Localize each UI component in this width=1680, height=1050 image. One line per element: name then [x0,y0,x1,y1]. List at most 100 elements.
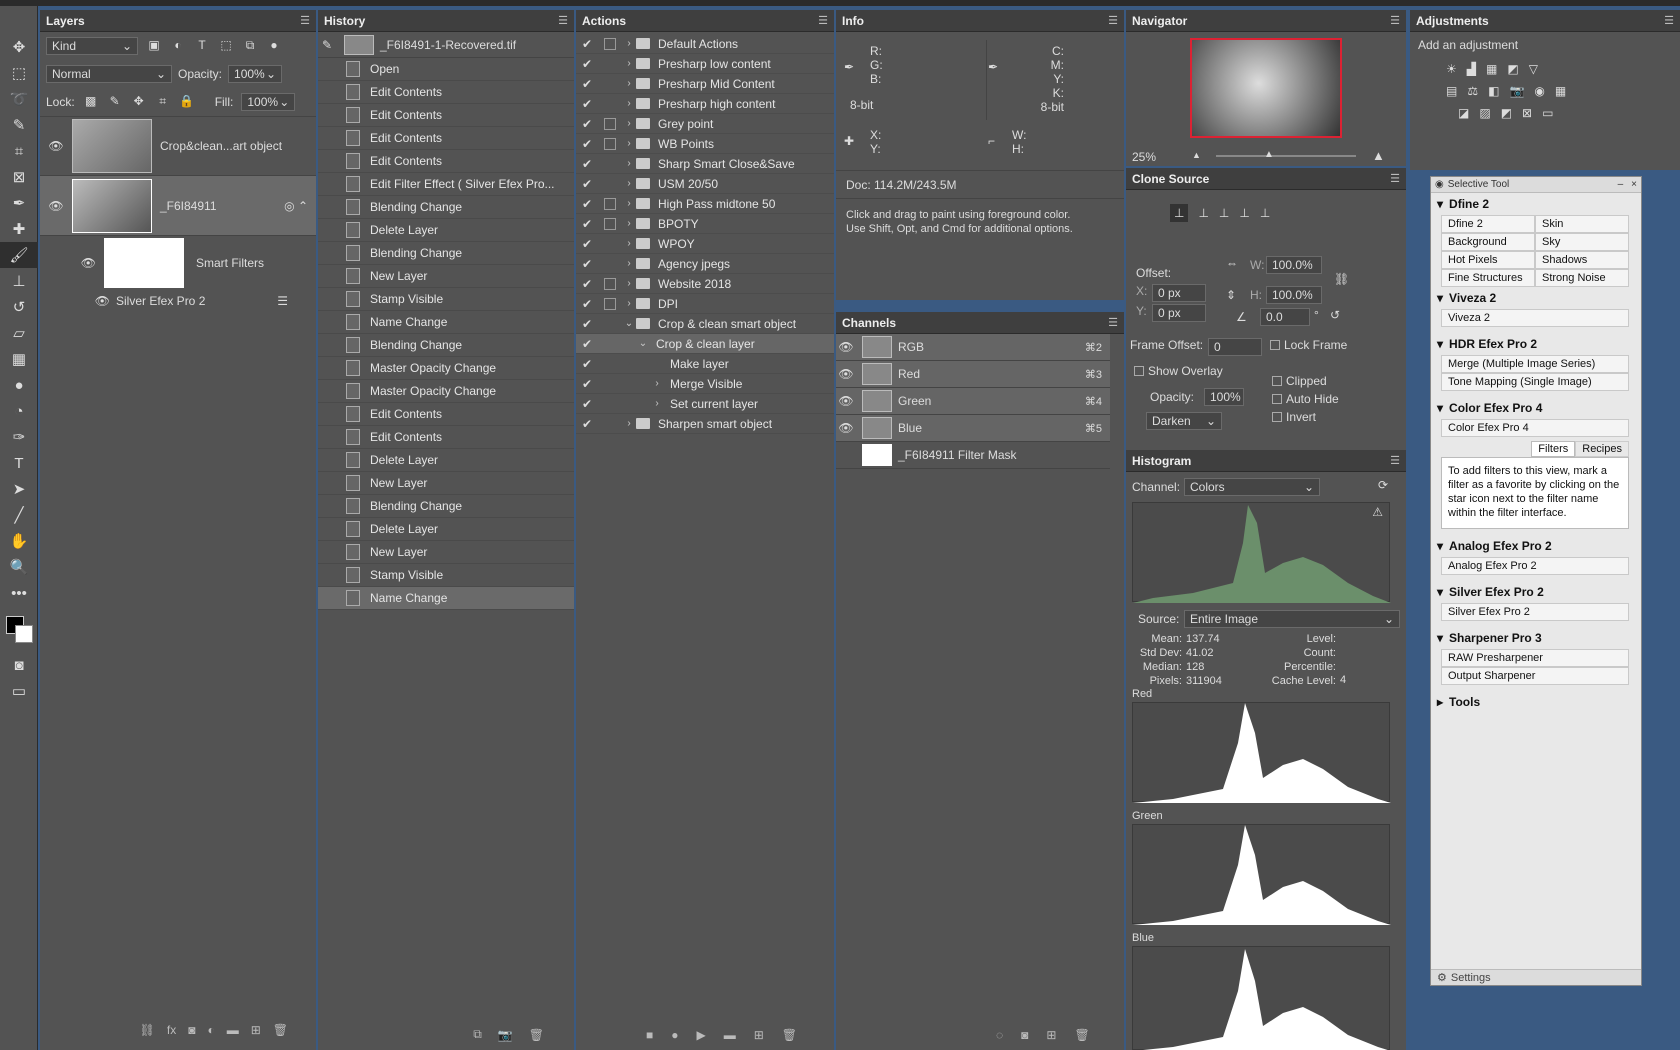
brightness-icon[interactable]: ☀ [1446,62,1457,76]
panel-menu-icon[interactable]: ☰ [1664,14,1674,27]
clone-source-4-icon[interactable]: ⊥ [1239,206,1249,220]
dfine-option-button[interactable]: Skin [1535,215,1629,233]
save-selection-icon[interactable]: ◙ [1021,1028,1028,1042]
more-tools-icon[interactable]: ••• [0,580,38,606]
link-icon[interactable]: ⛓ [1334,272,1349,286]
auto-hide-checkbox[interactable] [1272,394,1282,404]
chevron-right-icon[interactable]: › [622,158,636,169]
selective-color-icon[interactable]: ⊠ [1522,106,1532,120]
eraser-tool-icon[interactable]: ▱ [0,320,38,346]
filter-toggle-icon[interactable]: ● [266,38,282,54]
width-input[interactable]: 100.0% [1266,256,1322,274]
history-item[interactable]: Edit Contents [318,104,574,127]
action-enabled-check[interactable]: ✔ [576,317,598,331]
dfine-option-button[interactable]: Sky [1535,233,1629,251]
history-item[interactable]: Delete Layer [318,449,574,472]
dialog-toggle[interactable] [604,378,616,390]
dfine-option-button[interactable]: Background [1441,233,1535,251]
filter-options-icon[interactable]: ☰ [277,294,288,308]
overlay-mode-select[interactable]: Darken ⌄ [1146,412,1222,430]
raw-presharpener-button[interactable]: RAW Presharpener [1441,649,1629,667]
healing-tool-icon[interactable]: ✚ [0,216,38,242]
new-layer-icon[interactable]: ⊞ [251,1023,261,1037]
action-enabled-check[interactable]: ✔ [576,237,598,251]
chevron-right-icon[interactable]: › [622,418,636,429]
history-item[interactable]: Edit Contents [318,81,574,104]
chevron-right-icon[interactable]: › [622,278,636,289]
color-balance-icon[interactable]: ⚖ [1467,84,1478,98]
shape-filter-icon[interactable]: ⬚ [218,38,234,54]
chevron-right-icon[interactable]: › [622,58,636,69]
delete-action-icon[interactable]: 🗑 [782,1028,797,1042]
offset-y-input[interactable]: 0 px [1152,304,1206,322]
history-item[interactable]: Master Opacity Change [318,357,574,380]
filter-name[interactable]: Silver Efex Pro 2 [116,294,205,308]
action-item[interactable]: ✔ › Sharp Smart Close&Save [576,154,834,174]
gradient-map-icon[interactable]: ▭ [1542,106,1553,120]
photo-filter-icon[interactable]: 📷 [1509,84,1524,98]
dialog-toggle[interactable] [604,117,616,130]
play-icon[interactable]: ▶ [697,1028,706,1042]
stamp-tool-icon[interactable]: ⊥ [0,268,38,294]
history-item[interactable]: Blending Change [318,242,574,265]
channel-select[interactable]: Colors ⌄ [1184,478,1320,496]
layer-name[interactable]: _F6I84911 [160,199,217,213]
hdr-merge-button[interactable]: Merge (Multiple Image Series) [1441,355,1629,373]
action-item[interactable]: ✔ › Set current layer [576,394,834,414]
silver-button[interactable]: Silver Efex Pro 2 [1441,603,1629,621]
eye-icon[interactable]: 👁 [836,394,856,408]
dialog-toggle[interactable] [604,158,616,170]
panel-menu-icon[interactable]: ☰ [558,14,568,27]
clone-source-5-icon[interactable]: ⊥ [1260,206,1270,220]
action-enabled-check[interactable]: ✔ [576,357,598,371]
crop-tool-icon[interactable]: ⌗ [0,138,38,164]
dfine-option-button[interactable]: Shadows [1535,251,1629,269]
color-efex-button[interactable]: Color Efex Pro 4 [1441,419,1629,437]
chevron-right-icon[interactable]: › [622,118,636,129]
channel-row[interactable]: 👁 Red ⌘3 [836,361,1110,388]
zoom-out-icon[interactable]: ▲ [1192,150,1201,160]
history-item[interactable]: New Layer [318,265,574,288]
chevron-right-icon[interactable]: › [622,98,636,109]
dialog-toggle[interactable] [604,258,616,270]
delete-channel-icon[interactable]: 🗑 [1074,1028,1089,1042]
eye-icon[interactable]: 👁 [836,367,856,381]
action-item[interactable]: ✔ › Default Actions [576,34,834,54]
clipped-checkbox[interactable] [1272,376,1282,386]
quick-mask-icon[interactable]: ◙ [0,652,38,678]
hand-tool-icon[interactable]: ✋ [0,528,38,554]
analog-button[interactable]: Analog Efex Pro 2 [1441,557,1629,575]
zoom-slider[interactable] [1216,155,1356,157]
history-item[interactable]: Stamp Visible [318,564,574,587]
history-item[interactable]: New Layer [318,472,574,495]
chevron-right-icon[interactable]: › [622,238,636,249]
chevron-right-icon[interactable]: › [622,258,636,269]
lock-artboard-icon[interactable]: ⌗ [155,94,171,110]
eye-icon[interactable]: 👁 [40,256,104,270]
settings-icon[interactable]: ⚙ [1437,971,1447,984]
lock-all-icon[interactable]: 🔒 [179,94,195,110]
history-item[interactable]: Blending Change [318,196,574,219]
chevron-right-icon[interactable]: › [622,78,636,89]
panel-menu-icon[interactable]: ☰ [1390,454,1400,467]
lasso-tool-icon[interactable]: ➰ [0,86,38,112]
action-item[interactable]: ✔ › Merge Visible [576,374,834,394]
chevron-right-icon[interactable]: › [622,138,636,149]
source-select[interactable]: Entire Image ⌄ [1184,610,1400,628]
dialog-toggle[interactable] [604,297,616,310]
panel-menu-icon[interactable]: ☰ [1108,316,1118,329]
action-item[interactable]: ✔ › Presharp high content [576,94,834,114]
fx-icon[interactable]: fx [167,1023,176,1037]
filter-kind-select[interactable]: Kind ⌄ [46,37,138,55]
dfine-option-button[interactable]: Fine Structures [1441,269,1535,287]
new-action-icon[interactable]: ⊞ [754,1028,764,1042]
dialog-toggle[interactable] [604,178,616,190]
new-group-icon[interactable]: ▬ [227,1023,239,1037]
channel-name[interactable]: _F6I84911 Filter Mask [898,448,1017,462]
history-item[interactable]: Name Change [318,587,574,610]
reset-transform-icon[interactable]: ↺ [1330,308,1340,322]
new-document-icon[interactable]: ⧉ [473,1027,482,1042]
delete-state-icon[interactable]: 🗑 [529,1028,544,1042]
adjustment-layer-icon[interactable]: ◐ [207,1023,214,1037]
new-channel-icon[interactable]: ⊞ [1046,1028,1056,1042]
